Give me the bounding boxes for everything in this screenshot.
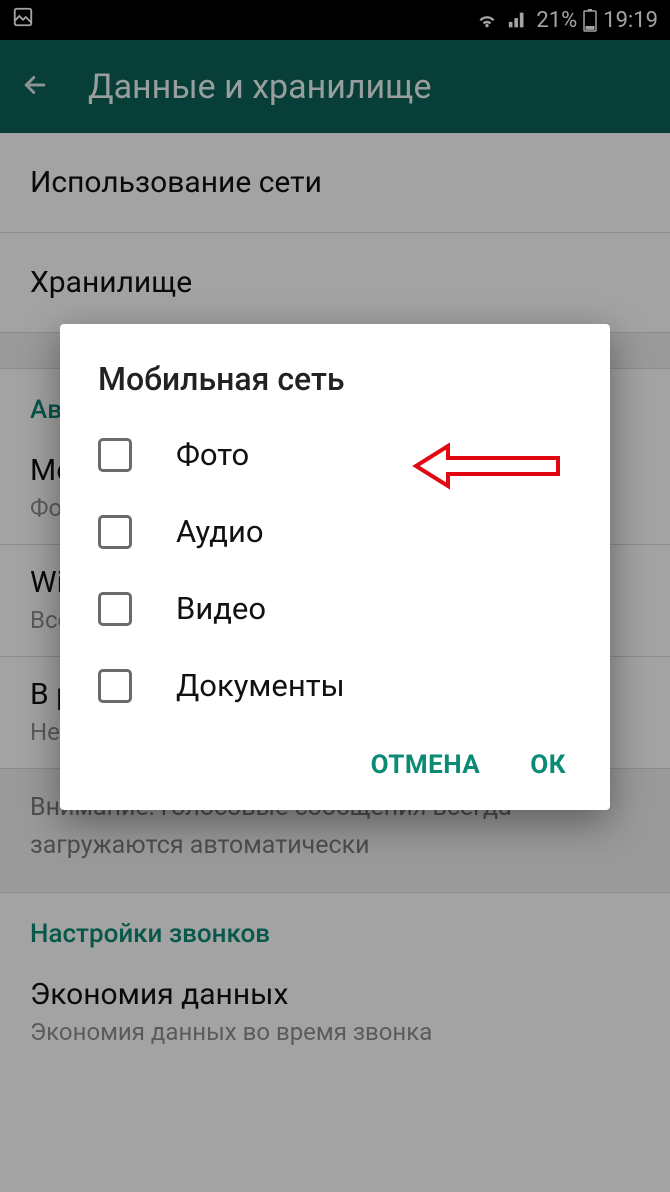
checkbox-icon[interactable] xyxy=(98,592,132,626)
checkbox-icon[interactable] xyxy=(98,669,132,703)
option-label: Документы xyxy=(176,667,345,704)
checkbox-icon[interactable] xyxy=(98,515,132,549)
option-label: Видео xyxy=(176,590,266,627)
option-label: Фото xyxy=(176,436,249,473)
option-video[interactable]: Видео xyxy=(60,570,610,647)
cancel-button[interactable]: ОТМЕНА xyxy=(371,750,481,780)
option-photo[interactable]: Фото xyxy=(60,416,610,493)
dialog-title: Мобильная сеть xyxy=(60,360,610,416)
option-label: Аудио xyxy=(176,513,264,550)
dialog-actions: ОТМЕНА ОК xyxy=(60,724,610,790)
option-audio[interactable]: Аудио xyxy=(60,493,610,570)
option-documents[interactable]: Документы xyxy=(60,647,610,724)
dialog-mobile-data: Мобильная сеть Фото Аудио Видео Документ… xyxy=(60,324,610,810)
ok-button[interactable]: ОК xyxy=(530,750,566,780)
modal-scrim[interactable]: Мобильная сеть Фото Аудио Видео Документ… xyxy=(0,0,670,1192)
checkbox-icon[interactable] xyxy=(98,438,132,472)
